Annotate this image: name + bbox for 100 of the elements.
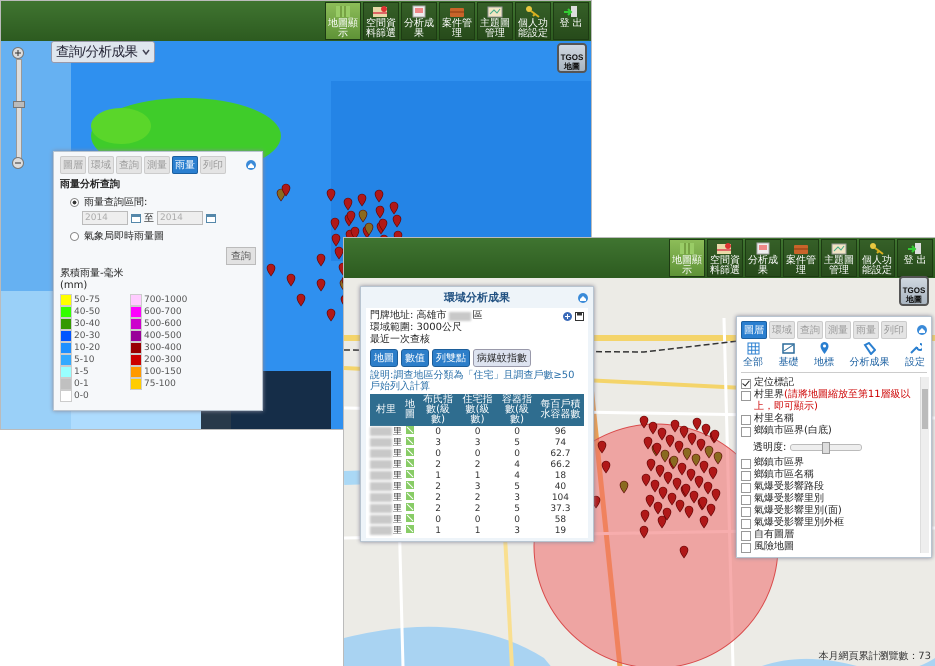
view-button[interactable]: 數值 — [401, 349, 429, 367]
layer-dropdown[interactable]: 查詢/分析成果 — [51, 41, 155, 63]
layer-category-button[interactable]: 分析成果 — [848, 342, 892, 369]
wrench-icon — [908, 342, 922, 355]
slider-thumb[interactable] — [822, 442, 830, 454]
map-thumbnail-icon[interactable] — [406, 437, 414, 445]
map-thumbnail-icon[interactable] — [406, 503, 414, 511]
toolbar-button[interactable]: 案件管理 — [439, 2, 475, 40]
checkbox[interactable] — [741, 415, 751, 425]
map-type-button[interactable]: TGOS地圖 — [899, 276, 929, 306]
checkbox[interactable] — [741, 483, 751, 493]
legend-label: 0-0 — [74, 391, 89, 401]
map-thumbnail-icon[interactable] — [406, 426, 414, 434]
checkbox[interactable] — [741, 471, 751, 481]
table-cell-text: 104 — [550, 492, 570, 503]
toolbar-button[interactable]: 主題圖管理 — [477, 2, 513, 40]
pin-icon — [818, 342, 830, 355]
map-thumbnail-icon[interactable] — [406, 525, 414, 533]
toolbar-button[interactable]: 個人功能設定 — [859, 239, 895, 277]
home-icon[interactable] — [917, 325, 927, 335]
save-icon[interactable] — [575, 312, 584, 320]
toolbar-button[interactable]: 登 出 — [553, 2, 589, 40]
toolbar-button[interactable]: 空間資料篩選 — [707, 239, 743, 277]
radio-button[interactable] — [70, 198, 79, 206]
layer-category-button[interactable]: 基礎 — [776, 342, 800, 369]
map-thumbnail-icon[interactable] — [406, 514, 414, 522]
radio-button[interactable] — [70, 232, 79, 240]
table-cell-text: 40 — [554, 481, 568, 492]
redaction-mark — [370, 482, 392, 491]
home-icon[interactable] — [578, 292, 588, 302]
home-icon[interactable] — [246, 160, 256, 170]
checkbox[interactable] — [741, 495, 751, 505]
toolbar-button[interactable]: 登 出 — [897, 239, 933, 277]
slider-label: 透明度: — [753, 440, 786, 454]
checkbox[interactable] — [741, 459, 751, 469]
table-cell-text: 0 — [434, 448, 442, 459]
toolbar-button[interactable]: 地圖顯示 — [669, 239, 705, 277]
query-button[interactable]: 查詢 — [226, 247, 256, 265]
panel-tab[interactable]: 雨量 — [172, 156, 198, 174]
date-separator: 至 — [144, 212, 154, 225]
toolbar-button[interactable]: 空間資料篩選 — [363, 2, 399, 40]
toolbar-button[interactable]: 個人功能設定 — [515, 2, 551, 40]
redaction-mark — [448, 312, 471, 320]
table-cell-text: 5 — [513, 503, 521, 514]
legend-label: 400-500 — [144, 331, 182, 341]
checkbox[interactable] — [741, 531, 751, 541]
checkbox[interactable] — [741, 519, 751, 529]
map-thumbnail-icon[interactable] — [406, 459, 414, 467]
layer-label: 氣爆受影響路段 — [754, 481, 824, 492]
table-cell: 里 — [393, 438, 402, 448]
layer-category-button[interactable]: 全部 — [741, 342, 765, 369]
map-thumbnail-icon[interactable] — [406, 492, 414, 500]
table-cell-text: 1 — [434, 525, 442, 536]
checkbox[interactable] — [741, 427, 751, 437]
redaction-mark — [370, 460, 392, 469]
calendar-icon — [206, 213, 216, 223]
range-text: 環域範圍: 3000公尺 — [370, 322, 463, 334]
legend-label: 0-1 — [74, 379, 89, 389]
calendar-icon — [131, 213, 141, 223]
key-icon — [868, 242, 886, 255]
layer-category-button[interactable]: 設定 — [903, 342, 927, 369]
column-header: 容器指數(級數) — [497, 394, 537, 426]
checkbox[interactable] — [741, 543, 751, 553]
layer-category-button[interactable]: 地標 — [812, 342, 836, 369]
column-header: 住宅指數(級數) — [458, 394, 498, 426]
exit-icon — [562, 5, 580, 18]
table-cell-text: 0 — [513, 448, 521, 459]
toolbar-button[interactable]: 分析成果 — [401, 2, 437, 40]
zoom-slider[interactable] — [16, 59, 22, 159]
toolbar-button[interactable]: 案件管理 — [783, 239, 819, 277]
toolbar-button[interactable]: 分析成果 — [745, 239, 781, 277]
slider-thumb[interactable] — [13, 101, 25, 108]
checkbox[interactable] — [741, 507, 751, 517]
briefcase-icon — [448, 5, 466, 18]
map-thumbnail-icon[interactable] — [406, 470, 414, 478]
redaction-mark — [370, 515, 392, 524]
view-button[interactable]: 列雙點 — [432, 349, 470, 367]
toolbar-button[interactable]: 主題圖管理 — [821, 239, 857, 277]
checkbox[interactable] — [741, 379, 751, 389]
table-cell-text: 58 — [554, 514, 568, 525]
table-cell: 里 — [393, 448, 402, 458]
scrollbar[interactable] — [920, 377, 929, 553]
map-thumbnail-icon[interactable] — [406, 481, 414, 489]
table-cell: 里 — [393, 482, 402, 492]
layer-label: 村里名稱 — [754, 413, 794, 424]
checkbox[interactable] — [741, 391, 751, 401]
panel-tab[interactable]: 圖層 — [741, 321, 767, 339]
panel-title: 環域分析成果 — [444, 290, 510, 305]
table-cell-text: 1 — [474, 470, 482, 481]
legend-label: 5-10 — [74, 355, 94, 365]
map-type-button[interactable]: TGOS地圖 — [557, 43, 587, 73]
toolbar-button[interactable]: 地圖顯示 — [325, 2, 361, 40]
legend-label: 30-40 — [74, 319, 100, 329]
view-button[interactable]: 病媒蚊指數 — [473, 349, 531, 367]
view-button[interactable]: 地圖 — [370, 349, 398, 367]
legend-label: 600-700 — [144, 307, 182, 317]
column-header: 布氏指數(級數) — [418, 394, 458, 426]
plus-icon[interactable] — [563, 312, 572, 320]
visit-counter-text: 本月網頁累計瀏覽數：73 — [818, 650, 931, 663]
map-thumbnail-icon[interactable] — [406, 448, 414, 456]
